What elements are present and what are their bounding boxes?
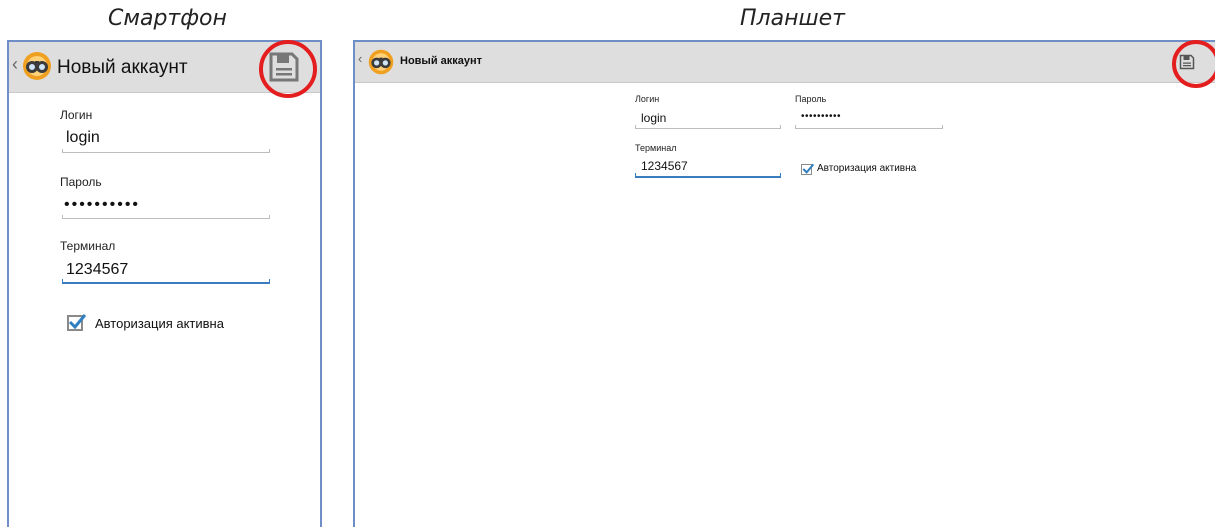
auth-checkbox[interactable] xyxy=(801,163,814,175)
binoculars-logo-icon[interactable] xyxy=(21,50,53,82)
tablet-screen: ‹ Новый аккаунт Логин login Пароль •••••… xyxy=(353,40,1215,527)
login-label: Логин xyxy=(60,108,93,122)
phone-screen: ‹ Новый аккаунт Логин login Пароль •••••… xyxy=(7,40,322,527)
tablet-caption: Планшет xyxy=(740,6,845,31)
back-chevron-icon[interactable]: ‹ xyxy=(358,51,362,66)
phone-caption: Смартфон xyxy=(108,6,227,31)
password-label: Пароль xyxy=(60,175,102,189)
login-label: Логин xyxy=(635,94,660,104)
binoculars-logo-icon[interactable] xyxy=(367,48,395,76)
terminal-input[interactable]: 1234567 xyxy=(641,159,688,173)
auth-checkbox-label[interactable]: Авторизация активна xyxy=(95,316,224,331)
terminal-underline xyxy=(635,173,781,178)
tablet-action-bar: ‹ Новый аккаунт xyxy=(355,42,1215,83)
tablet-title: Новый аккаунт xyxy=(400,55,483,67)
terminal-label: Терминал xyxy=(635,143,677,153)
checkmark-icon xyxy=(802,163,814,174)
password-underline xyxy=(62,215,270,219)
highlight-ring xyxy=(259,40,317,98)
password-input[interactable]: •••••••••• xyxy=(64,196,140,214)
terminal-input[interactable]: 1234567 xyxy=(66,261,128,279)
login-underline xyxy=(62,149,270,153)
login-input[interactable]: login xyxy=(66,129,100,147)
terminal-underline xyxy=(62,279,270,284)
login-underline xyxy=(635,125,781,129)
auth-checkbox[interactable] xyxy=(67,314,86,331)
phone-title: Новый аккаунт xyxy=(57,57,188,78)
highlight-ring xyxy=(1172,40,1215,88)
password-underline xyxy=(795,125,943,129)
back-chevron-icon[interactable]: ‹ xyxy=(12,54,18,75)
auth-checkbox-label[interactable]: Авторизация активна xyxy=(817,163,916,174)
password-input[interactable]: •••••••••• xyxy=(801,111,841,122)
login-input[interactable]: login xyxy=(641,111,666,125)
terminal-label: Терминал xyxy=(60,239,116,253)
password-label: Пароль xyxy=(795,94,827,104)
checkmark-icon xyxy=(68,314,86,330)
